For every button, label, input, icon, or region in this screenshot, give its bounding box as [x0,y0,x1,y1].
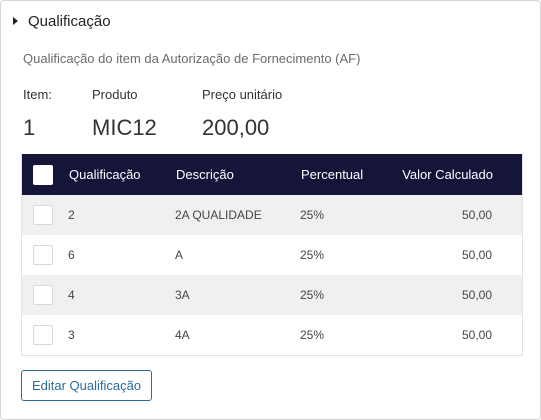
header-qualificacao[interactable]: Qualificação [69,167,176,182]
cell-descricao: 4A [175,328,190,342]
row-checkbox-cell [22,325,68,345]
preco-value: 200,00 [202,115,270,140]
cell-percentual: 25% [300,328,325,342]
cell-qualificacao: 3 [68,328,75,342]
table-row[interactable]: 4 3A 25% 50,00 [22,275,522,315]
cell-percentual: 25% [300,248,325,262]
row-checkbox[interactable] [33,325,53,345]
table-row[interactable]: 6 A 25% 50,00 [22,235,522,275]
produto-value: MIC12 [92,115,157,140]
select-all-checkbox[interactable] [33,164,53,185]
cell-percentual: 25% [300,288,325,302]
row-checkbox[interactable] [33,245,53,265]
cell-qualificacao: 6 [68,248,75,262]
cell-valor: 50,00 [461,248,492,262]
caret-right-icon[interactable] [13,17,18,25]
produto-label: Produto [92,87,138,102]
cell-valor: 50,00 [461,288,492,302]
table-row[interactable]: 2 2A QUALIDADE 25% 50,00 [22,195,522,235]
row-checkbox[interactable] [33,205,53,225]
section-subtitle: Qualificação do item da Autorização de F… [23,51,361,66]
select-all-cell [22,164,68,185]
cell-valor: 50,00 [461,328,492,342]
table-header: Qualificação Descrição Percentual Valor … [22,154,522,195]
section-toggle[interactable]: Qualificação [13,11,111,31]
cell-descricao: A [175,248,184,262]
cell-valor: 50,00 [461,208,492,222]
row-checkbox-cell [22,205,68,225]
edit-qualification-button[interactable]: Editar Qualificação [21,370,152,401]
row-checkbox[interactable] [33,285,53,305]
cell-percentual: 25% [300,208,325,222]
section-title: Qualificação [28,12,111,30]
qualification-table: Qualificação Descrição Percentual Valor … [21,154,523,356]
header-percentual[interactable]: Percentual [301,167,401,182]
cell-qualificacao: 2 [68,208,75,222]
row-checkbox-cell [22,245,68,265]
header-valor-calculado[interactable]: Valor Calculado [401,167,493,182]
cell-descricao: 2A QUALIDADE [175,208,262,222]
header-descricao[interactable]: Descrição [176,167,301,182]
item-label: Item: [23,87,52,102]
row-checkbox-cell [22,285,68,305]
table-row[interactable]: 3 4A 25% 50,00 [22,315,522,355]
cell-descricao: 3A [175,288,190,302]
qualification-panel: Qualificação Qualificação do item da Aut… [0,0,541,420]
item-value: 1 [23,115,36,140]
preco-label: Preço unitário [202,87,283,102]
cell-qualificacao: 4 [68,288,75,302]
